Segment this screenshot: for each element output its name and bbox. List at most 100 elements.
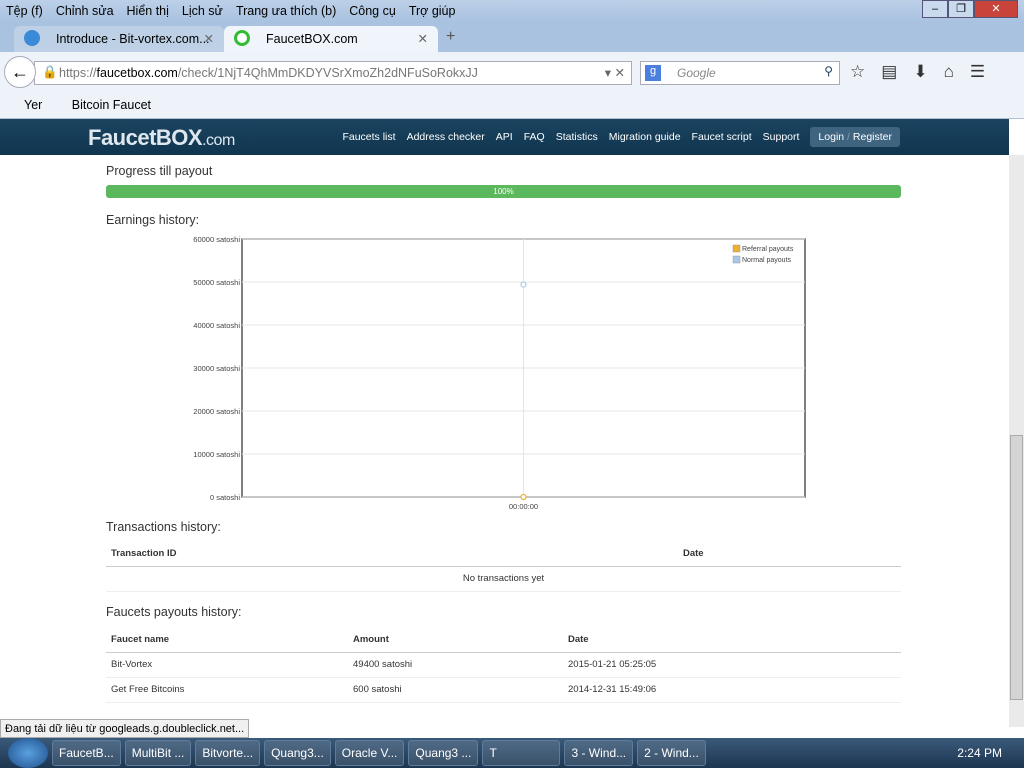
close-tab-icon[interactable]: ✕	[418, 31, 428, 46]
y-tick-label: 0 satoshi	[210, 493, 240, 502]
taskbar-item[interactable]: Oracle V...	[334, 740, 405, 766]
menu-tools[interactable]: Công cụ	[349, 4, 396, 18]
col-faucet-name: Faucet name	[106, 627, 348, 653]
search-placeholder: Google	[677, 66, 716, 80]
menu-view[interactable]: Hiển thị	[127, 4, 169, 18]
clock: 2:24 PM	[957, 746, 1002, 760]
close-window-button[interactable]: ✕	[974, 0, 1018, 18]
menu-bookmarks[interactable]: Trang ưa thích (b)	[236, 4, 336, 18]
minimize-button[interactable]: –	[922, 0, 948, 18]
nav-api[interactable]: API	[496, 131, 513, 143]
tab-faucetbox[interactable]: FaucetBOX.com ✕	[224, 26, 438, 52]
empty-message: No transactions yet	[106, 566, 901, 592]
nav-faq[interactable]: FAQ	[524, 131, 545, 143]
y-tick-label: 60000 satoshi	[193, 235, 240, 244]
menu-file[interactable]: Tệp (f)	[6, 4, 43, 18]
date: 2015-01-21 05:25:05	[563, 652, 901, 678]
site-icon	[24, 30, 40, 46]
legend-label: Referral payouts	[742, 246, 794, 253]
taskbar-item[interactable]: MultiBit ...	[124, 740, 192, 766]
y-tick-label: 40000 satoshi	[193, 321, 240, 330]
separator: /	[847, 131, 850, 143]
url-path: /check/1NjT4QhMmDKDYVSrXmoZh2dNFuSoRokxJ…	[177, 66, 478, 80]
site-header: FaucetBOX.com Faucets list Address check…	[0, 119, 1009, 155]
scrollbar[interactable]	[1009, 155, 1024, 727]
taskbar-item[interactable]: T	[482, 740, 561, 766]
menu-icon[interactable]: ☰	[970, 62, 985, 82]
menu-help[interactable]: Trợ giúp	[409, 4, 456, 18]
nav-faucet-script[interactable]: Faucet script	[692, 131, 752, 143]
y-tick-label: 30000 satoshi	[193, 364, 240, 373]
x-tick-label: 00:00:00	[509, 502, 538, 511]
legend-label: Normal payouts	[742, 257, 792, 264]
nav-statistics[interactable]: Statistics	[556, 131, 598, 143]
taskbar-item[interactable]: 3 - Wind...	[564, 740, 634, 766]
nav-faucets-list[interactable]: Faucets list	[342, 131, 395, 143]
start-button[interactable]	[8, 738, 48, 768]
close-tab-icon[interactable]: ✕	[204, 31, 214, 46]
faucet-name: Bit-Vortex	[106, 652, 348, 678]
col-date: Date	[563, 627, 901, 653]
search-icon[interactable]: ⚲	[824, 64, 833, 78]
legend-swatch	[732, 255, 741, 264]
date: 2014-12-31 15:49:06	[563, 677, 901, 703]
legend-swatch	[732, 244, 741, 253]
taskbar-item[interactable]: 2 - Wind...	[637, 740, 706, 766]
home-icon[interactable]: ⌂	[944, 62, 954, 82]
taskbar-item[interactable]: Bitvorte...	[195, 740, 261, 766]
data-point-normal-payouts	[520, 281, 527, 288]
url-bar[interactable]: 🔒 https://faucetbox.com/check/1NjT4QhMmDK…	[34, 61, 632, 85]
nav-migration-guide[interactable]: Migration guide	[609, 131, 681, 143]
nav-address-checker[interactable]: Address checker	[407, 131, 485, 143]
taskbar-item[interactable]: Quang3...	[264, 740, 331, 766]
y-tick-label: 10000 satoshi	[193, 450, 240, 459]
menu-edit[interactable]: Chỉnh sửa	[56, 4, 114, 18]
taskbar-item[interactable]: Quang3 ...	[408, 740, 479, 766]
url-domain: faucetbox.com	[96, 66, 178, 80]
nav-support[interactable]: Support	[763, 131, 800, 143]
status-text: Đang tải dữ liệu từ googleads.g.doublecl…	[0, 719, 250, 738]
lock-icon: 🔒	[42, 65, 58, 79]
scrollbar-thumb[interactable]	[1010, 435, 1023, 700]
star-icon[interactable]: ☆	[850, 62, 865, 82]
earnings-chart: 0 satoshi 10000 satoshi 20000 satoshi 30000…	[193, 235, 806, 511]
table-row: Bit-Vortex 49400 satoshi 2015-01-21 05:25:…	[106, 652, 901, 678]
taskbar-item[interactable]: FaucetB...	[52, 740, 121, 766]
menu-history[interactable]: Lịch sử	[182, 4, 223, 18]
maximize-button[interactable]: ❐	[948, 0, 974, 18]
new-tab-icon[interactable]: +	[446, 28, 455, 46]
y-tick-label: 20000 satoshi	[193, 407, 240, 416]
stop-icon[interactable]: ▾ ✕	[605, 65, 625, 80]
bookmark-bitcoin-faucet[interactable]: Bitcoin Faucet	[72, 98, 151, 112]
table-row: Get Free Bitcoins 600 satoshi 2014-12-31 1…	[106, 677, 901, 703]
main-content: Progress till payout 100% Earnings histo…	[0, 155, 1009, 727]
bookmarks-bar: Yer Bitcoin Faucet	[0, 92, 1024, 119]
amount: 49400 satoshi	[348, 652, 563, 678]
faucet-name: Get Free Bitcoins	[106, 677, 348, 703]
tab-introduce[interactable]: Introduce - Bit-vortex.com... ✕	[14, 26, 224, 52]
amount: 600 satoshi	[348, 677, 563, 703]
bookmark-yer[interactable]: Yer	[24, 98, 42, 112]
logo[interactable]: FaucetBOX.com	[88, 125, 235, 151]
transactions-title: Transactions history:	[106, 520, 221, 534]
tab-title: FaucetBOX.com	[266, 32, 358, 46]
taskbar: FaucetB... MultiBit ... Bitvorte... Quan…	[0, 738, 1024, 768]
tab-title: Introduce - Bit-vortex.com...	[56, 32, 210, 46]
col-transaction-id: Transaction ID	[106, 541, 678, 567]
login-link[interactable]: Login	[818, 131, 844, 143]
url-prefix: https://	[59, 66, 97, 80]
reading-list-icon[interactable]: ▤	[881, 62, 897, 82]
loading-icon	[234, 30, 250, 46]
download-icon[interactable]: ⬇	[913, 62, 927, 82]
back-button[interactable]: ←	[4, 56, 36, 88]
col-amount: Amount	[348, 627, 563, 653]
google-icon: g	[645, 65, 661, 81]
register-link[interactable]: Register	[853, 131, 892, 143]
payouts-title: Faucets payouts history:	[106, 605, 242, 619]
data-point-referral-payouts	[520, 493, 527, 501]
transactions-table: Transaction ID Date No transactions yet	[106, 541, 901, 592]
col-date: Date	[678, 541, 901, 567]
y-tick-label: 50000 satoshi	[193, 278, 240, 287]
menu-bar: Tệp (f) Chỉnh sửa Hiển thị Lịch sử Trang…	[0, 0, 1024, 22]
search-input[interactable]: g Google ⚲	[640, 61, 840, 85]
